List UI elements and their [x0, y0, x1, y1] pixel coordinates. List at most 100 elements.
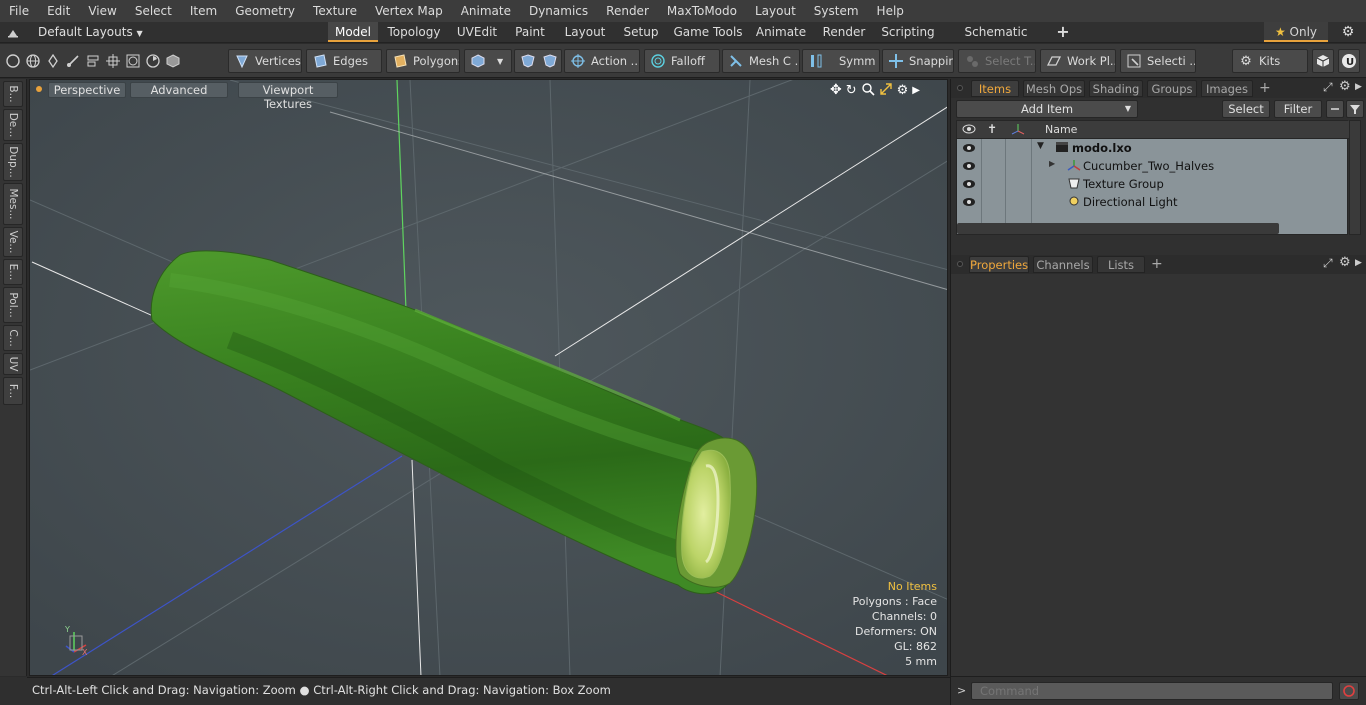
- pen-icon[interactable]: [44, 49, 62, 73]
- tab-animate[interactable]: Animate: [752, 22, 810, 42]
- select-button[interactable]: Select: [1222, 100, 1270, 118]
- tab-mesh-ops[interactable]: Mesh Ops: [1023, 80, 1085, 97]
- tab-scripting[interactable]: Scripting: [878, 22, 938, 42]
- items-gear-icon[interactable]: ⚙: [1339, 79, 1351, 94]
- left-tab-pol[interactable]: Pol...: [3, 287, 23, 323]
- tab-paint[interactable]: Paint: [510, 22, 550, 42]
- viewport-gear-icon[interactable]: ⚙: [897, 83, 909, 98]
- perspective-tab[interactable]: Perspective: [48, 82, 126, 98]
- menu-select[interactable]: Select: [126, 0, 181, 22]
- expand-arrow-icon[interactable]: ▼: [1037, 141, 1044, 151]
- vertices-button[interactable]: Vertices: [228, 49, 302, 73]
- add-tab-button[interactable]: +: [1054, 22, 1072, 42]
- left-tab-b[interactable]: B...: [3, 81, 23, 107]
- left-tab-f[interactable]: F...: [3, 377, 23, 405]
- vertical-scrollbar[interactable]: [1349, 120, 1361, 235]
- menu-view[interactable]: View: [79, 0, 125, 22]
- action-center-button[interactable]: Action ...: [564, 49, 640, 73]
- list-item[interactable]: Texture Group: [957, 175, 1349, 193]
- list-item[interactable]: ▶ Cucumber_Two_Halves: [957, 157, 1349, 175]
- kits-button[interactable]: ⚙ Kits: [1232, 49, 1308, 73]
- edges-button[interactable]: Edges: [306, 49, 382, 73]
- tab-schematic-fusion[interactable]: Schematic Fusion: [946, 22, 1046, 59]
- menu-edit[interactable]: Edit: [38, 0, 79, 22]
- unity-icon[interactable]: [1312, 49, 1334, 73]
- menu-vertex-map[interactable]: Vertex Map: [366, 0, 452, 22]
- left-tab-e[interactable]: E...: [3, 259, 23, 285]
- tab-setup[interactable]: Setup: [618, 22, 664, 42]
- gear-icon[interactable]: ⚙: [1340, 24, 1356, 40]
- 3d-viewport[interactable]: Y X Perspective Advanced Viewport Textur…: [29, 79, 948, 676]
- add-properties-tab-icon[interactable]: +: [1151, 256, 1163, 272]
- menu-maxtomodo[interactable]: MaxToModo: [658, 0, 746, 22]
- expand-arrow-icon[interactable]: ▶: [1049, 159, 1055, 168]
- advanced-tab[interactable]: Advanced: [130, 82, 228, 98]
- tab-game-tools[interactable]: Game Tools: [672, 22, 744, 42]
- visibility-eye-icon[interactable]: [962, 196, 976, 211]
- globe-icon[interactable]: [24, 49, 42, 73]
- add-item-button[interactable]: Add Item ▼: [956, 100, 1138, 118]
- funnel-icon[interactable]: [1346, 100, 1364, 118]
- polygons-button[interactable]: Polygons: [386, 49, 460, 73]
- menu-file[interactable]: File: [0, 0, 38, 22]
- mesh-constraint-button[interactable]: Mesh C ...: [722, 49, 800, 73]
- expand-panel-icon[interactable]: ⤢: [1323, 80, 1333, 95]
- unreal-icon[interactable]: U: [1338, 49, 1360, 73]
- menu-render[interactable]: Render: [597, 0, 658, 22]
- left-tab-uv[interactable]: UV: [3, 353, 23, 375]
- timer-icon[interactable]: [144, 49, 162, 73]
- brush-icon[interactable]: [64, 49, 82, 73]
- snapping-button[interactable]: Snapping: [882, 49, 954, 73]
- menu-help[interactable]: Help: [868, 0, 913, 22]
- symmetry-shields[interactable]: [514, 49, 562, 73]
- zoom-view-icon[interactable]: [861, 82, 875, 99]
- menu-dynamics[interactable]: Dynamics: [520, 0, 597, 22]
- left-tab-c[interactable]: C...: [3, 325, 23, 351]
- menu-item[interactable]: Item: [181, 0, 226, 22]
- horizontal-scrollbar[interactable]: [957, 223, 1279, 234]
- menu-layout[interactable]: Layout: [746, 0, 805, 22]
- tab-properties[interactable]: Properties: [969, 256, 1029, 273]
- selection-sets-button[interactable]: Selecti ...: [1120, 49, 1196, 73]
- falloff-button[interactable]: Falloff: [644, 49, 720, 73]
- tab-model[interactable]: Model: [328, 22, 378, 42]
- layout-selector[interactable]: Default Layouts ▼: [38, 22, 143, 42]
- visibility-eye-icon[interactable]: [962, 160, 976, 175]
- circle-select-icon[interactable]: [4, 49, 22, 73]
- move-view-icon[interactable]: ✥: [830, 82, 842, 98]
- properties-gear-icon[interactable]: ⚙: [1339, 255, 1351, 270]
- tab-uvedit[interactable]: UVEdit: [452, 22, 502, 42]
- select-through-button[interactable]: Select T...: [958, 49, 1036, 73]
- only-toggle[interactable]: ★ Only: [1264, 22, 1328, 42]
- tab-layout[interactable]: Layout: [560, 22, 610, 42]
- work-plane-button[interactable]: Work Pl...: [1040, 49, 1116, 73]
- symmetry-button[interactable]: Symm ...: [802, 49, 880, 73]
- viewport-textures-tab[interactable]: Viewport Textures: [238, 82, 338, 111]
- viewport-menu-arrow-icon[interactable]: ▶: [912, 85, 920, 96]
- add-panel-tab-icon[interactable]: +: [1259, 80, 1271, 96]
- transform-icon[interactable]: [104, 49, 122, 73]
- item-mode-button[interactable]: ▼: [464, 49, 512, 73]
- menu-system[interactable]: System: [805, 0, 868, 22]
- tab-lists[interactable]: Lists: [1097, 256, 1145, 273]
- left-tab-mes[interactable]: Mes...: [3, 183, 23, 225]
- mesh-cube-icon[interactable]: [164, 49, 182, 73]
- tab-channels[interactable]: Channels: [1033, 256, 1093, 273]
- left-tab-de[interactable]: De...: [3, 109, 23, 141]
- tab-items[interactable]: Items: [971, 80, 1019, 97]
- tab-groups[interactable]: Groups: [1147, 80, 1197, 97]
- list-item[interactable]: Directional Light: [957, 193, 1349, 211]
- layout-menu-icon[interactable]: [6, 25, 20, 39]
- collapse-icon[interactable]: [1326, 100, 1344, 118]
- maximize-view-icon[interactable]: [879, 82, 893, 99]
- items-menu-arrow-icon[interactable]: ▶: [1355, 82, 1362, 92]
- menu-geometry[interactable]: Geometry: [226, 0, 304, 22]
- menu-animate[interactable]: Animate: [452, 0, 520, 22]
- left-tab-ve[interactable]: Ve...: [3, 227, 23, 257]
- tab-images[interactable]: Images: [1201, 80, 1253, 97]
- align-icon[interactable]: [84, 49, 102, 73]
- square-circle-icon[interactable]: [124, 49, 142, 73]
- visibility-eye-icon[interactable]: [962, 178, 976, 193]
- tab-topology[interactable]: Topology: [384, 22, 444, 42]
- rotate-view-icon[interactable]: ↻: [846, 83, 857, 98]
